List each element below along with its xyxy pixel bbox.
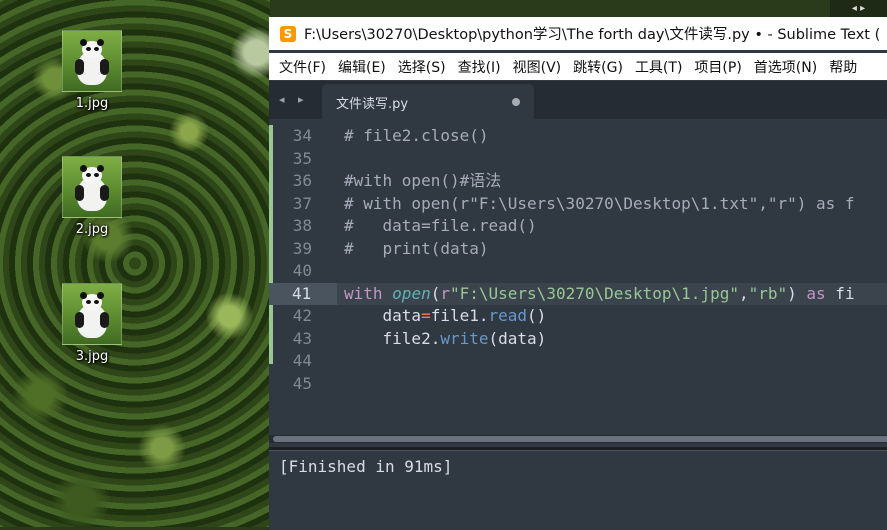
code-text: with open(r"F:\Users\30270\Desktop\1.jpg…	[344, 284, 855, 303]
desktop-wallpaper: 1.jpg 2.jpg 3.jpg	[0, 0, 270, 527]
sublime-app-icon: S	[280, 25, 296, 42]
menu-help[interactable]: 帮助	[827, 57, 859, 77]
line-number: 43	[292, 329, 312, 348]
panda-image-thumbnail	[62, 156, 122, 218]
line-number: 40	[292, 261, 312, 280]
code-line: 42 data=file1.read()	[269, 305, 887, 327]
line-number: 36	[292, 171, 312, 190]
panda-image-thumbnail	[62, 30, 122, 92]
line-number: 37	[292, 194, 312, 213]
line-number: 41	[269, 283, 337, 305]
line-number: 42	[292, 306, 312, 325]
line-number: 38	[292, 216, 312, 235]
line-number: 45	[292, 374, 312, 393]
build-output-panel: [Finished in 91ms]	[269, 450, 887, 530]
code-text: # file2.close()	[344, 126, 489, 145]
code-line: 40	[269, 260, 887, 282]
line-number: 44	[292, 351, 312, 370]
tab-label: 文件读写.py	[336, 97, 409, 112]
code-line: 38 # data=file.read()	[269, 215, 887, 237]
window-title: F:\Users\30270\Desktop\python学习\The fort…	[304, 27, 881, 43]
desktop-icon-label: 1.jpg	[75, 96, 109, 111]
line-number: 39	[292, 239, 312, 258]
code-text: # with open(r"F:\Users\30270\Desktop\1.t…	[344, 194, 855, 213]
line-number: 34	[292, 126, 312, 145]
code-line: 43 file2.write(data)	[269, 328, 887, 350]
menu-file[interactable]: 文件(F)	[277, 57, 328, 77]
code-line-active: 41 with open(r"F:\Users\30270\Desktop\1.…	[269, 283, 887, 305]
code-text: #with open()#语法	[344, 171, 502, 190]
code-text: data=file1.read()	[344, 306, 547, 325]
tab-file[interactable]: 文件读写.py	[322, 84, 534, 119]
line-number: 35	[292, 149, 312, 168]
menu-selection[interactable]: 选择(S)	[396, 57, 448, 77]
code-line: 44	[269, 350, 887, 372]
code-text: # data=file.read()	[344, 216, 537, 235]
menu-tools[interactable]: 工具(T)	[633, 57, 684, 77]
scrollbar-thumb[interactable]	[273, 436, 887, 442]
sublime-text-window: S F:\Users\30270\Desktop\python学习\The fo…	[269, 17, 887, 530]
code-text: # print(data)	[344, 239, 489, 258]
desktop-icon-3-jpg[interactable]: 3.jpg	[52, 283, 132, 364]
desktop-icon-2-jpg[interactable]: 2.jpg	[52, 156, 132, 237]
code-line: 39 # print(data)	[269, 238, 887, 260]
menu-view[interactable]: 视图(V)	[511, 57, 564, 77]
build-output-text: [Finished in 91ms]	[279, 457, 453, 476]
desktop-icon-label: 2.jpg	[75, 222, 109, 237]
code-line: 45	[269, 373, 887, 395]
code-line: 35	[269, 148, 887, 170]
code-line: 37 # with open(r"F:\Users\30270\Desktop\…	[269, 193, 887, 215]
horizontal-scrollbar[interactable]	[269, 435, 887, 443]
code-line: 34 # file2.close()	[269, 125, 887, 147]
code-editor[interactable]: 34 # file2.close() 35 36 #with open()#语法…	[269, 119, 887, 435]
menu-find[interactable]: 查找(I)	[456, 57, 503, 77]
unsaved-dot-icon[interactable]	[512, 98, 520, 106]
menu-edit[interactable]: 编辑(E)	[336, 57, 388, 77]
desktop-icon-label: 3.jpg	[75, 349, 109, 364]
title-bar[interactable]: S F:\Users\30270\Desktop\python学习\The fo…	[269, 17, 887, 50]
background-window-controls[interactable]: ◂ ▸	[830, 0, 887, 17]
menu-project[interactable]: 项目(P)	[692, 57, 743, 77]
menu-goto[interactable]: 跳转(G)	[571, 57, 625, 77]
menu-bar: 文件(F) 编辑(E) 选择(S) 查找(I) 视图(V) 跳转(G) 工具(T…	[269, 53, 887, 80]
panda-image-thumbnail	[62, 283, 122, 345]
tab-bar: ◂ ▸ 文件读写.py	[269, 81, 887, 119]
menu-preferences[interactable]: 首选项(N)	[752, 57, 819, 77]
code-text: file2.write(data)	[344, 329, 547, 348]
tab-scroll-arrows-icon[interactable]: ◂ ▸	[279, 93, 309, 106]
code-line: 36 #with open()#语法	[269, 170, 887, 192]
desktop-icon-1-jpg[interactable]: 1.jpg	[52, 30, 132, 111]
